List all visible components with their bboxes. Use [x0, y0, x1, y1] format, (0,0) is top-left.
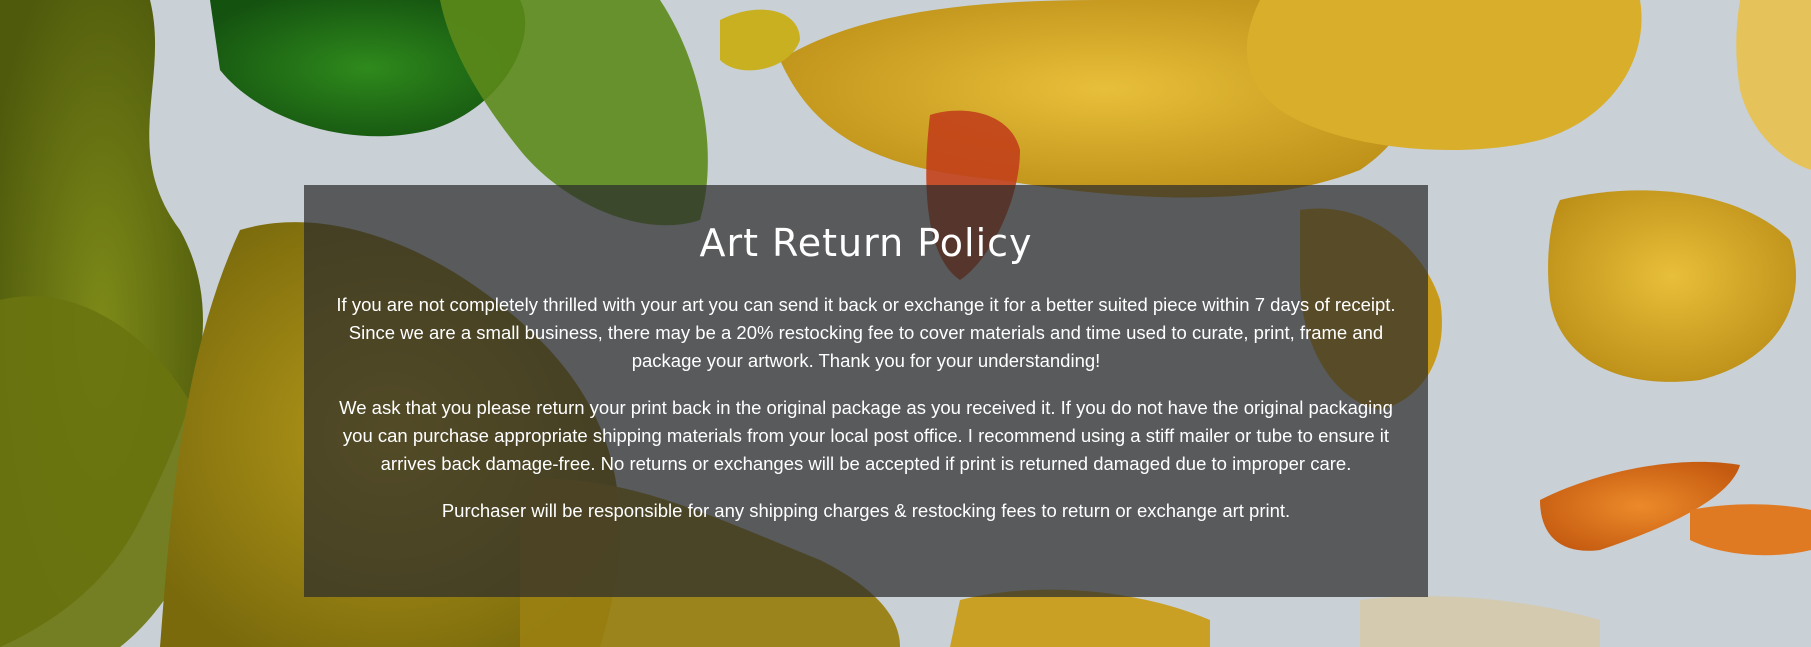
policy-paragraph-packaging: We ask that you please return your print… [339, 397, 1393, 474]
page-title: Art Return Policy [699, 221, 1033, 265]
return-policy-panel: Art Return Policy If you are not complet… [304, 185, 1428, 597]
policy-paragraph-satisfaction: If you are not completely thrilled with … [336, 294, 1396, 371]
policy-paragraph-shipping-charges: Purchaser will be responsible for any sh… [441, 500, 1291, 521]
return-policy-hero: Art Return Policy If you are not complet… [0, 0, 1811, 647]
